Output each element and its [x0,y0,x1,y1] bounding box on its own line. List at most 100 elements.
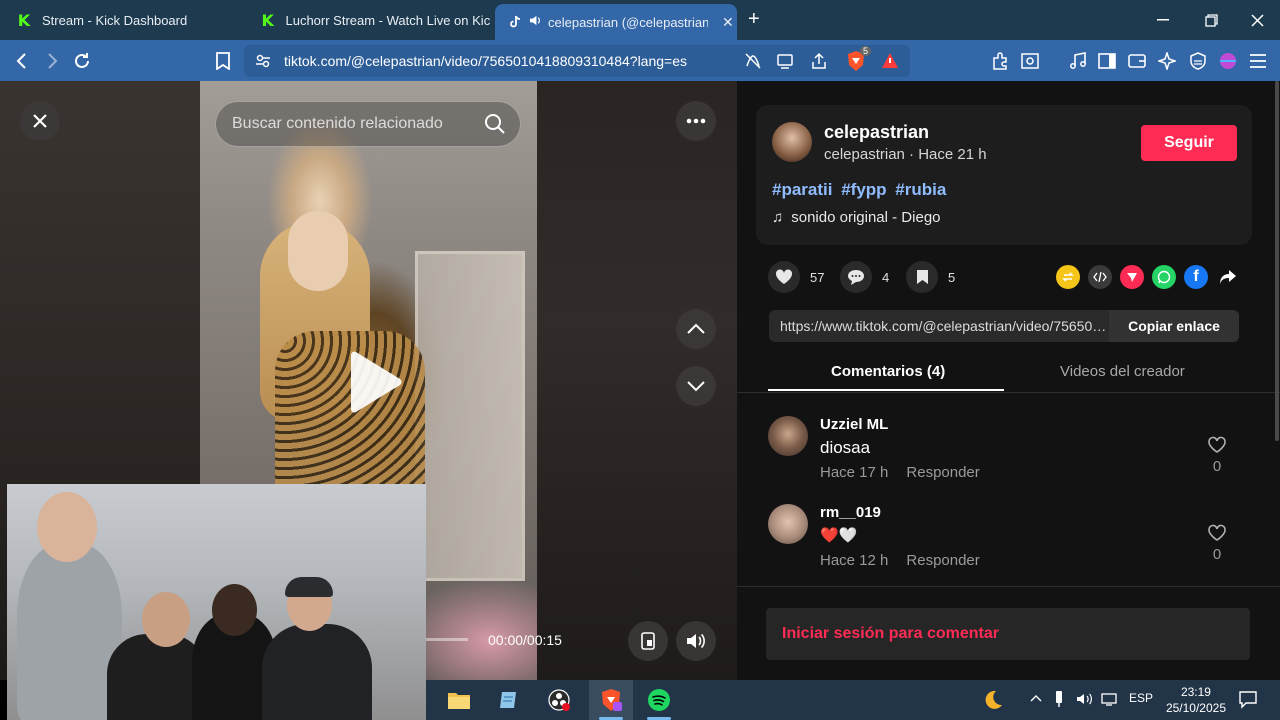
video-progress-bar[interactable] [420,638,468,641]
volume-tray-icon[interactable] [1076,692,1094,709]
comment-like[interactable]: 0 [1207,436,1227,475]
obs-icon[interactable] [545,686,573,714]
previous-video-button[interactable] [676,309,716,349]
more-options-button[interactable] [676,101,716,141]
comment-count: 4 [882,269,890,285]
login-to-comment-link[interactable]: Iniciar sesión para comentar [782,625,999,643]
restore-button[interactable] [1188,0,1234,40]
file-explorer-icon[interactable] [445,686,473,714]
speaker-icon[interactable] [529,14,542,30]
show-hidden-icons-chevron[interactable] [1030,691,1042,705]
sidebar-toggle-icon[interactable] [1094,48,1120,74]
like-action[interactable]: 57 [768,261,824,293]
share-link-box[interactable]: https://www.tiktok.com/@celepastrian/vid… [769,310,1239,342]
tab-tiktok-video[interactable]: celepastrian (@celepastrian) | ✕ [495,4,737,40]
spotify-icon[interactable] [645,686,673,714]
next-video-button[interactable] [676,366,716,406]
floating-player-button[interactable] [628,621,668,661]
creator-subline: celepastrian · Hace 21 h [824,146,987,163]
no-tracking-icon[interactable] [744,52,762,75]
extensions-icon[interactable] [987,48,1013,74]
music-note-icon: ♫ [772,209,784,226]
heart-icon[interactable] [768,261,800,293]
comment-author[interactable]: Uzziel ML [820,416,888,433]
active-tab-indicator [768,389,1004,391]
sound-link[interactable]: ♫ sonido original - Diego [772,209,941,226]
share-page-icon[interactable] [810,52,828,75]
minimize-button[interactable] [1140,0,1186,40]
brave-shields-icon[interactable]: 5 [846,46,872,77]
close-tab-icon[interactable]: ✕ [722,14,734,31]
vpn-shield-icon[interactable] [1185,48,1211,74]
hashtag-link[interactable]: #rubia [895,180,946,199]
login-to-comment-box[interactable]: Iniciar sesión para comentar [766,608,1250,660]
volume-icon[interactable] [676,621,716,661]
comment-icon[interactable] [840,261,872,293]
commenter-avatar[interactable] [768,504,808,544]
whatsapp-icon[interactable] [1152,265,1176,289]
share-arrow-icon[interactable] [1216,265,1240,289]
bookmark-icon[interactable] [210,48,236,74]
webcam-person-head [212,584,257,636]
forward-button[interactable] [39,48,65,74]
creator-avatar[interactable] [772,122,812,162]
heart-outline-icon [1208,436,1226,453]
bookmark-icon[interactable] [906,261,938,293]
battery-pen-icon[interactable] [1055,690,1063,711]
input-language[interactable]: ESP [1129,691,1153,705]
reload-button[interactable] [69,48,95,74]
menu-icon[interactable] [1245,48,1271,74]
kick-logo-icon: K [260,10,276,30]
taskbar-clock[interactable]: 23:19 25/10/2025 [1166,684,1226,716]
related-search-box[interactable]: Buscar contenido relacionado [215,101,521,147]
hashtag-link[interactable]: #fypp [841,180,886,199]
hashtag-link[interactable]: #paratii [772,180,832,199]
kick-logo-icon: K [16,10,32,30]
reply-button[interactable]: Responder [906,464,979,481]
url-text: tiktok.com/@celepastrian/video/756501041… [284,53,688,69]
comment-action[interactable]: 4 [840,261,889,293]
brave-rewards-icon[interactable] [880,51,900,76]
tab-luchorr-stream[interactable]: K Luchorr Stream - Watch Live on Kick [250,4,490,36]
send-to-friends-icon[interactable] [1120,265,1144,289]
wallet-icon[interactable] [1124,48,1150,74]
search-icon[interactable] [484,113,506,135]
comment-author[interactable]: rm__019 [820,504,881,521]
reply-button[interactable]: Responder [906,552,979,569]
play-icon[interactable] [345,351,405,415]
close-window-button[interactable] [1234,0,1280,40]
webcam-person [262,624,372,720]
comment-like[interactable]: 0 [1207,524,1227,563]
site-info-icon[interactable] [255,53,271,74]
brave-browser-icon[interactable] [597,686,625,714]
tab-creator-videos[interactable]: Videos del creador [1060,363,1185,380]
embed-code-icon[interactable] [1088,265,1112,289]
notepad-icon[interactable] [495,686,523,714]
tab-title: Stream - Kick Dashboard [42,12,188,28]
profile-avatar-icon[interactable] [1215,48,1241,74]
tab-title: Luchorr Stream - Watch Live on Kick [285,12,490,28]
webcam-person-head [37,492,97,562]
commenter-avatar[interactable] [768,416,808,456]
clock-date: 25/10/2025 [1165,701,1226,715]
night-light-icon[interactable] [979,686,1007,714]
reader-search-icon[interactable] [1017,48,1043,74]
copy-link-button[interactable]: Copiar enlace [1109,310,1239,342]
media-music-icon[interactable] [1065,48,1091,74]
back-button[interactable] [9,48,35,74]
facebook-icon[interactable]: f [1184,265,1208,289]
cast-icon[interactable] [776,52,794,75]
repost-icon[interactable] [1056,265,1080,289]
follow-button[interactable]: Seguir [1141,125,1237,161]
tab-kick-dashboard[interactable]: K Stream - Kick Dashboard [6,4,246,36]
new-tab-button[interactable]: + [748,8,768,32]
notifications-icon[interactable] [1238,689,1258,712]
address-bar[interactable]: tiktok.com/@celepastrian/video/756501041… [244,45,910,77]
save-action[interactable]: 5 [906,261,955,293]
close-video-button[interactable] [20,101,60,141]
tab-comments[interactable]: Comentarios (4) [831,363,945,380]
creator-display-name[interactable]: celepastrian [824,122,929,143]
network-icon[interactable] [1101,692,1119,709]
leo-ai-icon[interactable] [1154,48,1180,74]
panel-scrollbar[interactable] [1275,81,1279,441]
